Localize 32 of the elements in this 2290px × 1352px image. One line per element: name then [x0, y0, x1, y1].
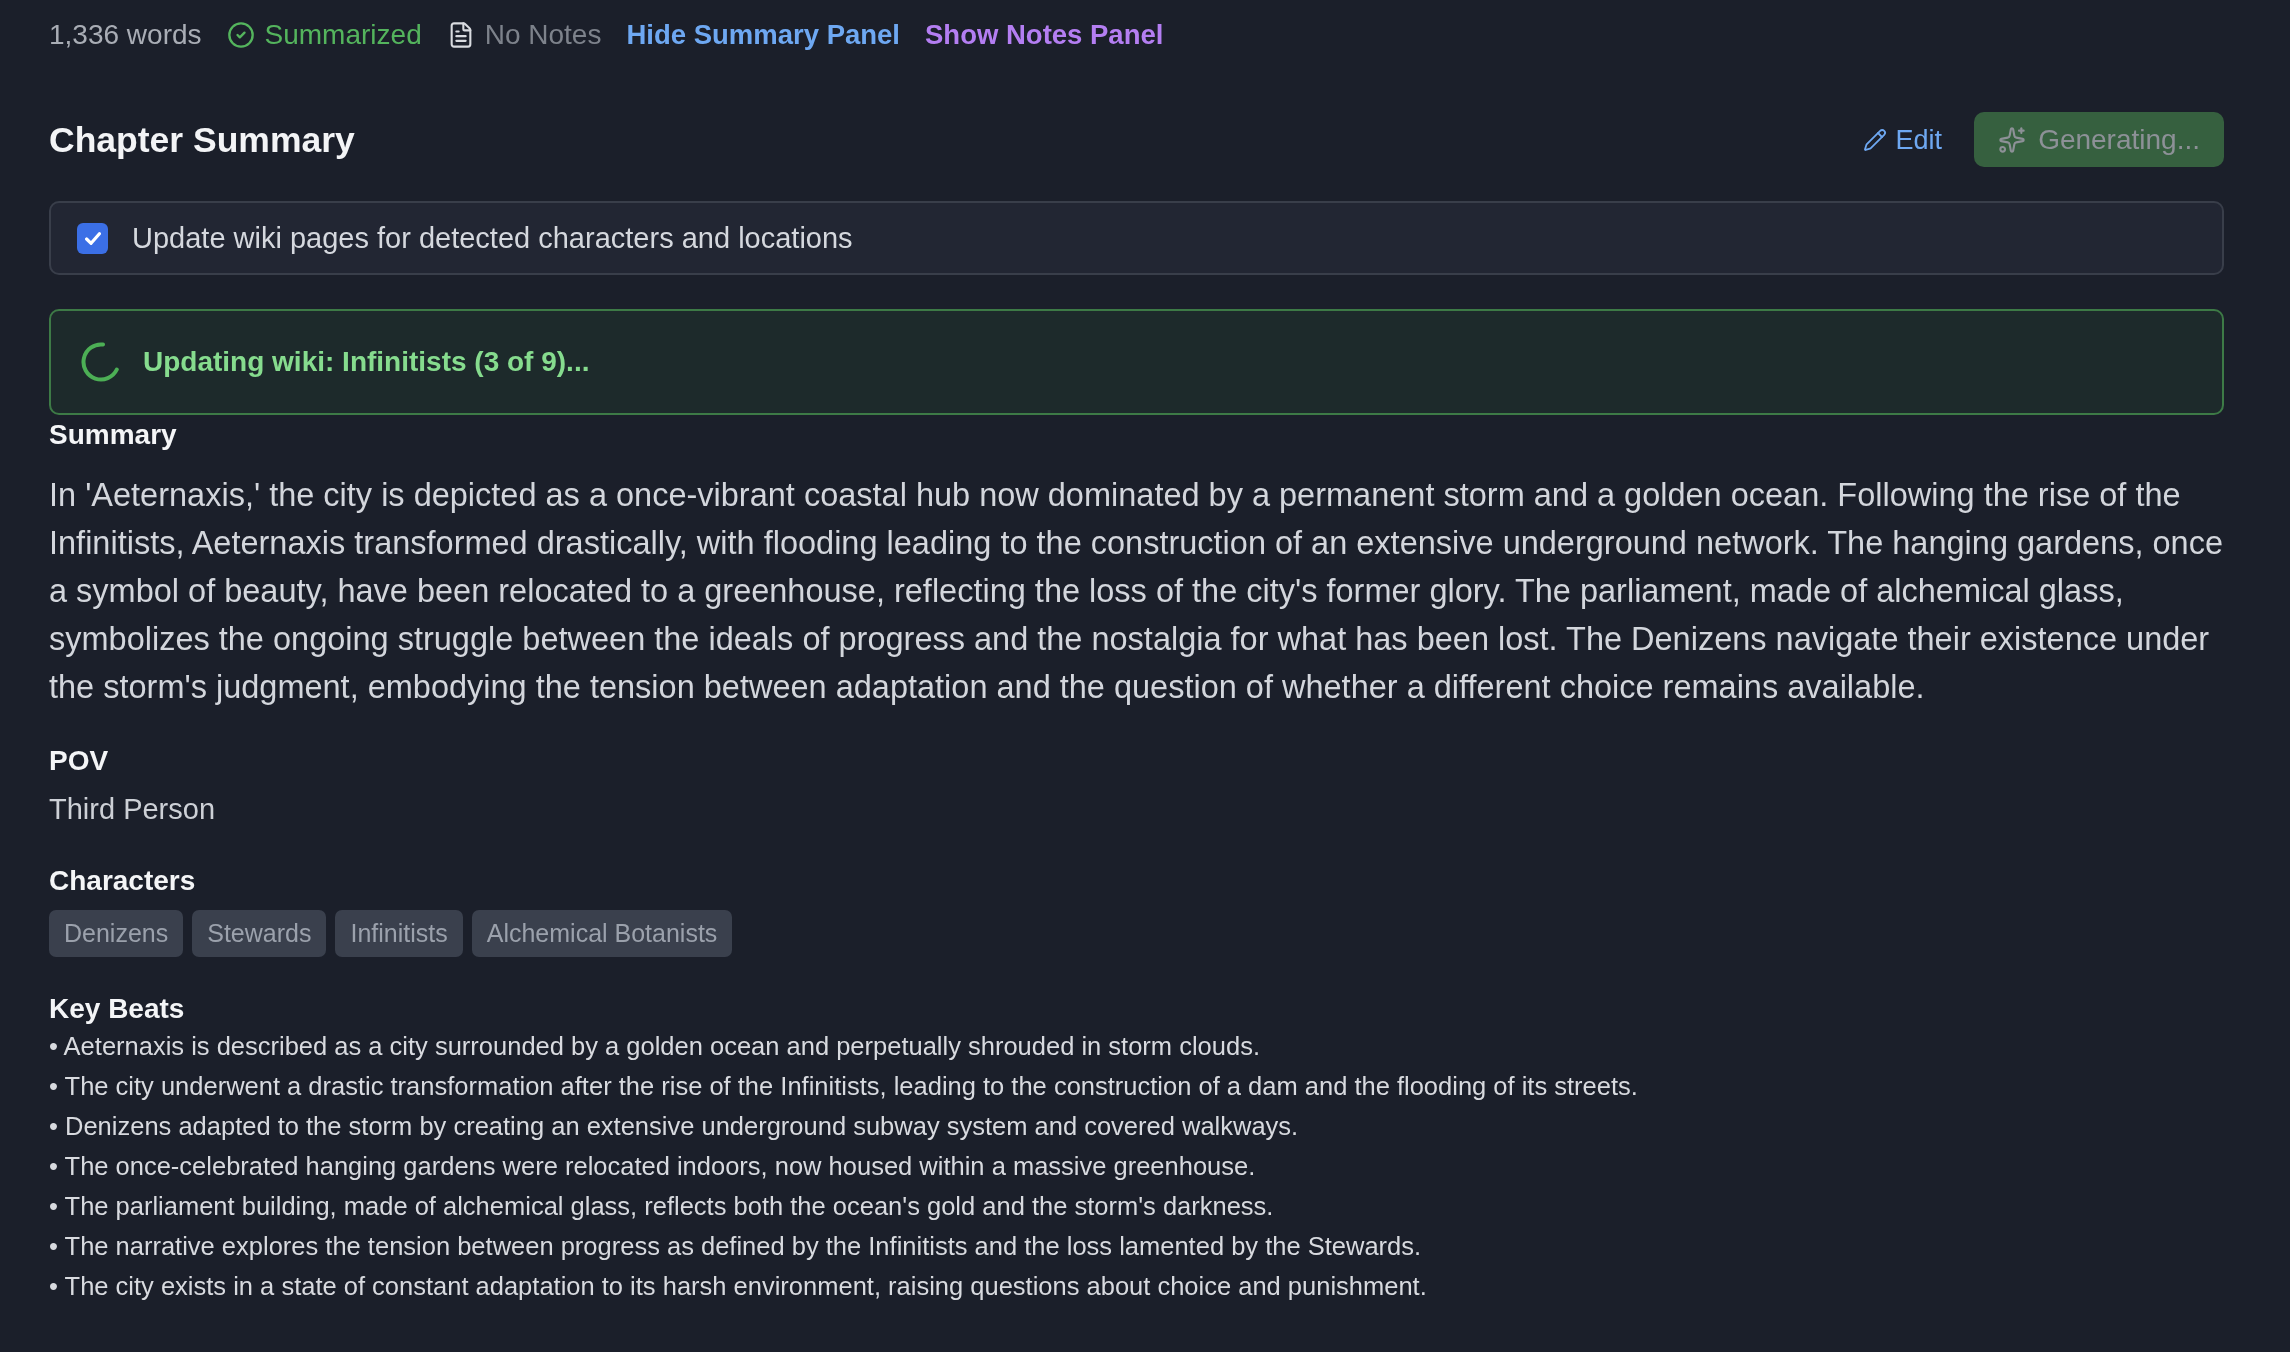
edit-button[interactable]: Edit	[1862, 119, 1943, 160]
summary-paragraph: In 'Aeternaxis,' the city is depicted as a once-vibrant coastal hub now dominated by a permanent storm and a golden ocean. Following the rise of the Infinitists, Aeternaxis transformed drastically, with flooding leading to the construction of an extensive underground network. The hanging gardens, once a symbol of beauty, have been relocated to a greenhouse, reflecting the loss of the city's former glory. The parliament, made of alchemical glass, symbolizes the ongoing struggle between the ideals of progress and the nostalgia for what has been lost. The Denizens navigate their existence under the storm's judgment, embodying the tension between adaptation and the question of whether a different choice remains available.	[49, 476, 2224, 707]
key-beat-item: • The city underwent a drastic transformation after the rise of the Infinitists, leading to the construction of a dam and the flooding of its streets.	[49, 1071, 1639, 1102]
panel-toggle-link[interactable]: Show Notes Panel	[925, 18, 1164, 52]
key-beat-item: • The once-celebrated hanging gardens were relocated indoors, now housed within a massive greenhouse.	[49, 1151, 1257, 1182]
pencil-icon	[1862, 127, 1887, 152]
section-heading: Summary	[49, 418, 178, 452]
key-beat-item: • Aeternaxis is described as a city surrounded by a golden ocean and perpetually shrouded in storm clouds.	[49, 1031, 1261, 1062]
progress-message: Updating wiki: Infinitists (3 of 9)...	[143, 345, 590, 379]
character-tag: Alchemical Botanists	[471, 910, 733, 957]
key-beat-item: • Denizens adapted to the storm by creating an extensive underground subway system and covered walkways.	[49, 1111, 1300, 1142]
notes-status: No Notes	[484, 18, 602, 52]
page-title: Chapter Summary	[49, 118, 355, 161]
panel-toggle-link[interactable]: Hide Summary Panel	[626, 18, 900, 52]
word-count: 1,336 words	[49, 18, 202, 52]
wiki-option-label: Update wiki pages for detected characters and locations	[132, 221, 853, 256]
check-circle-icon	[226, 21, 255, 49]
sparkles-icon	[1998, 125, 2027, 154]
summary-status: Summarized	[264, 18, 422, 52]
section-heading: Characters	[49, 864, 197, 898]
checkmark-icon	[84, 231, 101, 245]
loading-spinner-icon	[81, 342, 121, 382]
key-beat-item: • The narrative explores the tension between progress as defined by the Infinitists and the loss lamented by the Stewards.	[49, 1231, 1423, 1262]
key-beat-item: • The city exists in a state of constant adaptation to its harsh environment, raising questions about choice and punishment.	[49, 1271, 1428, 1302]
section-heading: Key Beats	[49, 992, 186, 1026]
wiki-update-checkbox[interactable]	[77, 222, 108, 254]
pov-value: Third Person	[49, 792, 216, 826]
key-beat-item: • The parliament building, made of alchemical glass, reflects both the ocean's gold and the storm's darkness.	[49, 1191, 1275, 1222]
character-tag: Stewards	[192, 910, 327, 957]
character-tag: Denizens	[49, 910, 184, 957]
section-heading: POV	[49, 744, 110, 778]
character-tag: Infinitists	[335, 910, 463, 957]
